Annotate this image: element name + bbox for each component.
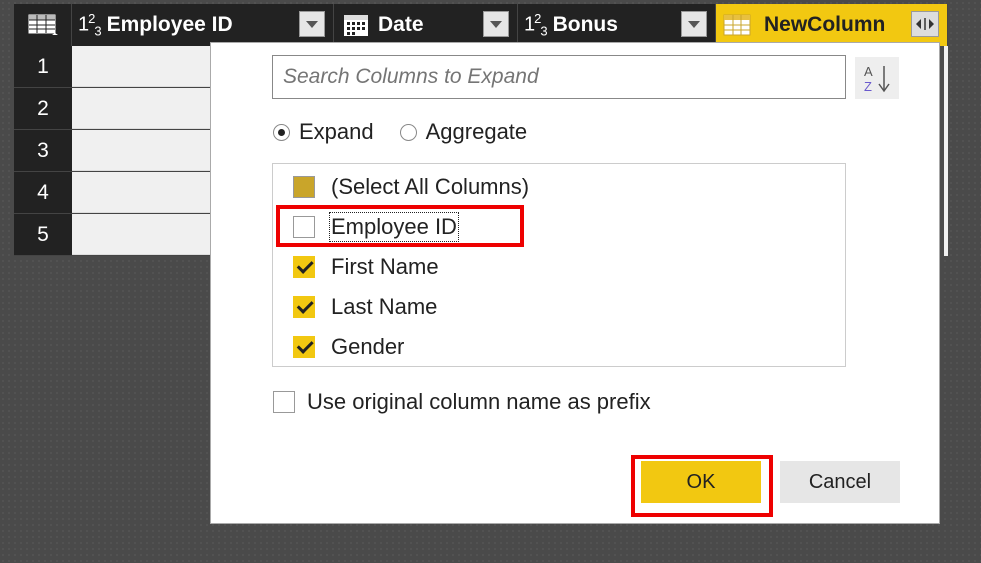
highlight-box-ok [631, 455, 773, 517]
table-cell[interactable] [72, 130, 214, 171]
table-row: 5 [14, 214, 214, 256]
column-header-label: Date [378, 13, 424, 36]
column-header-label: Bonus [552, 13, 618, 36]
table-menu-button[interactable] [14, 4, 72, 46]
row-number: 3 [14, 130, 72, 171]
column-header-date[interactable]: Date [334, 4, 518, 46]
expand-mode-group: Expand Aggregate [273, 119, 527, 145]
aggregate-option[interactable]: Aggregate [399, 119, 528, 145]
radio-aggregate[interactable] [399, 123, 417, 141]
sort-az-button[interactable]: A Z [855, 57, 899, 99]
column-header-label: Employee ID [106, 13, 233, 36]
column-filter-dropdown[interactable] [681, 11, 707, 37]
table-row: 1 [14, 46, 214, 88]
first-name-checkbox[interactable] [293, 256, 315, 278]
expand-columns-dialog: A Z Expand Aggregate (Select All Columns… [210, 42, 940, 524]
expand-column-button[interactable] [911, 11, 939, 37]
radio-expand-label: Expand [299, 119, 374, 144]
prefix-checkbox[interactable] [273, 391, 295, 413]
table-row: 3 [14, 130, 214, 172]
list-item-label: First Name [331, 254, 439, 279]
column-checklist: (Select All Columns) Employee ID First N… [272, 163, 846, 367]
column-header-label: NewColumn [764, 13, 886, 36]
table-row: 4 [14, 172, 214, 214]
list-item-label: Gender [331, 334, 405, 359]
row-number: 5 [14, 214, 72, 255]
table-icon [28, 14, 58, 35]
expand-option[interactable]: Expand [273, 119, 374, 145]
calendar-icon [344, 15, 368, 36]
cancel-button[interactable]: Cancel [780, 461, 900, 503]
table-cell[interactable] [72, 88, 214, 129]
radio-expand[interactable] [273, 123, 290, 141]
select-all-checkbox[interactable] [293, 176, 315, 198]
list-item-first-name[interactable]: First Name [293, 254, 439, 280]
radio-aggregate-label: Aggregate [425, 119, 528, 144]
svg-text:A: A [864, 64, 873, 79]
grid-edge-cells [944, 46, 948, 256]
column-header-employee-id[interactable]: 123 Employee ID [72, 4, 334, 46]
column-filter-dropdown[interactable] [483, 11, 509, 37]
table-column-icon [723, 14, 751, 36]
row-number: 4 [14, 172, 72, 213]
prefix-option[interactable]: Use original column name as prefix [273, 389, 651, 415]
number-type-icon: 123 [524, 11, 548, 39]
highlight-box-employee-id [276, 205, 524, 247]
search-columns-input[interactable] [272, 55, 846, 99]
list-item-gender[interactable]: Gender [293, 334, 404, 360]
svg-text:Z: Z [864, 79, 872, 94]
column-header-newcolumn[interactable]: NewColumn [716, 4, 948, 46]
expand-arrows-icon [916, 18, 934, 30]
list-item-label: (Select All Columns) [331, 174, 530, 199]
column-header-bar: 123 Employee ID Date 123 Bonus NewColumn [14, 4, 948, 46]
data-grid-rows: 1 2 3 4 5 [14, 46, 214, 256]
list-item-select-all[interactable]: (Select All Columns) [293, 174, 529, 200]
table-cell[interactable] [72, 172, 214, 213]
number-type-icon: 123 [78, 11, 102, 39]
list-item-label: Last Name [331, 294, 438, 319]
table-cell[interactable] [72, 214, 214, 255]
prefix-label: Use original column name as prefix [307, 389, 651, 414]
table-cell[interactable] [72, 46, 214, 87]
sort-az-icon: A Z [864, 64, 890, 94]
column-header-bonus[interactable]: 123 Bonus [518, 4, 716, 46]
list-item-last-name[interactable]: Last Name [293, 294, 437, 320]
row-number: 1 [14, 46, 72, 87]
column-filter-dropdown[interactable] [299, 11, 325, 37]
last-name-checkbox[interactable] [293, 296, 315, 318]
gender-checkbox[interactable] [293, 336, 315, 358]
table-row: 2 [14, 88, 214, 130]
row-number: 2 [14, 88, 72, 129]
